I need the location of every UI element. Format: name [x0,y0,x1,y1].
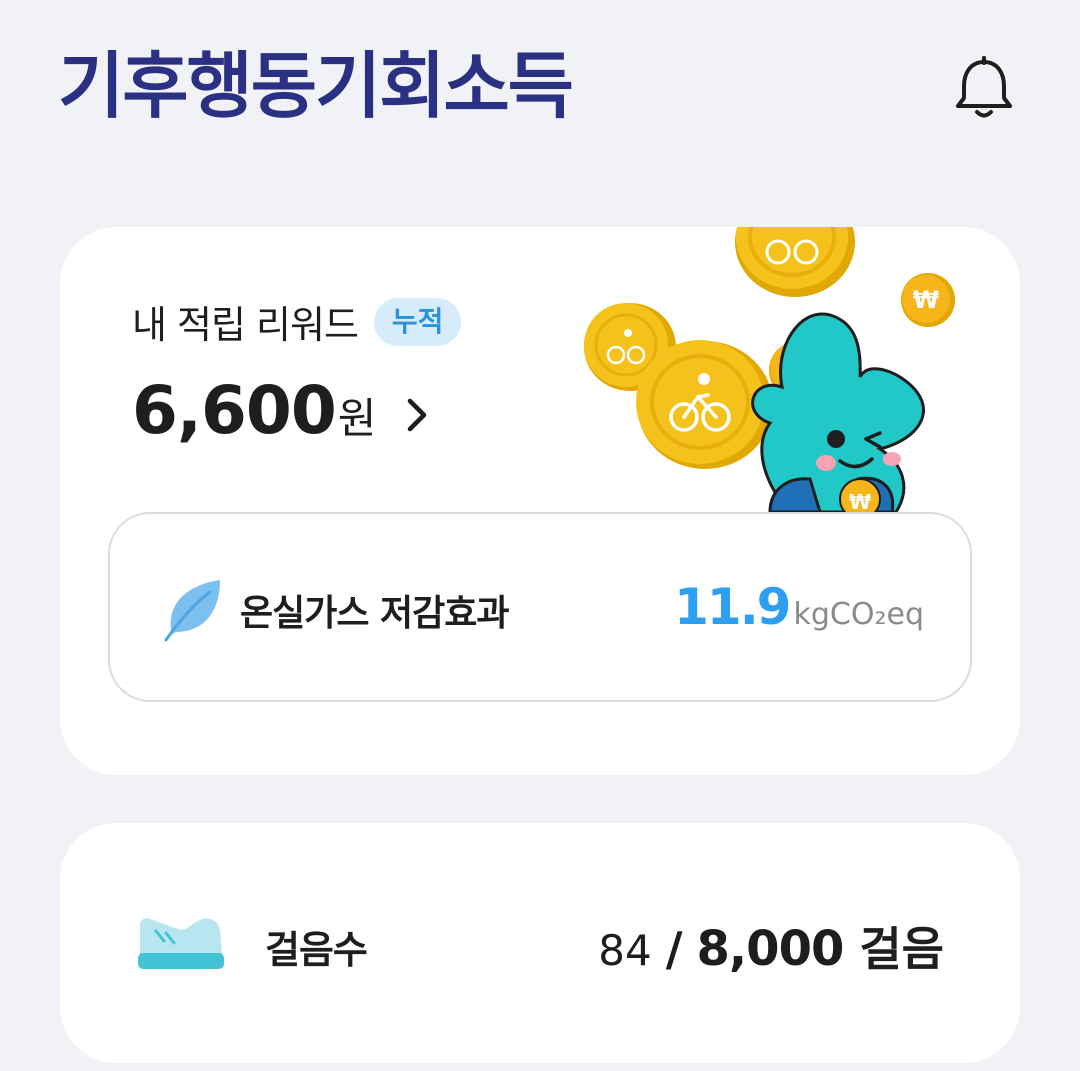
ghg-label: 온실가스 저감효과 [240,593,509,634]
ghg-reduction-box: 온실가스 저감효과 11.9 kgCO₂eq [108,512,972,702]
ghg-value: 11.9 [674,578,791,636]
cumulative-badge: 누적 [373,297,462,346]
bell-icon[interactable] [952,56,1016,122]
steps-goal: 8,000 [696,921,845,977]
coin-icon [735,227,855,297]
ghg-value-group: 11.9 kgCO₂eq [674,578,924,636]
app-header: 기후행동기회소득 [0,0,1080,180]
logo-text: 기후행동기회소득 [58,44,574,128]
steps-card[interactable]: 걸음수 84 / 8,000 걸음 [60,823,1020,1063]
steps-values: 84 / 8,000 걸음 [598,913,944,979]
steps-separator: / [665,922,683,976]
reward-title-row: 내 적립 리워드 누적 [132,294,462,349]
won-coin-icon: ₩ [901,273,955,327]
reward-card: 내 적립 리워드 누적 6,600 원 ₩ ₩ 온실가스 저감효과 11.9 k… [60,227,1020,775]
leaf-icon [164,580,220,642]
reward-unit: 원 [337,394,377,443]
steps-unit: 걸음 [859,922,944,976]
mascot-icon: ₩ [751,312,926,512]
shoe-icon [138,918,224,969]
steps-current: 84 [598,926,652,975]
app-logo: 기후행동기회소득 [58,38,574,134]
reward-amount: 6,600 [132,372,337,449]
reward-amount-link[interactable]: 6,600 원 [132,372,430,449]
reward-title: 내 적립 리워드 [132,303,359,347]
steps-label: 걸음수 [265,928,368,972]
coin-mascot-illustration: ₩ ₩ ₩ [520,227,1000,512]
svg-text:₩: ₩ [849,490,871,512]
chevron-right-icon[interactable] [404,397,430,433]
svg-text:₩: ₩ [913,286,940,314]
ghg-unit: kgCO₂eq [793,597,924,632]
